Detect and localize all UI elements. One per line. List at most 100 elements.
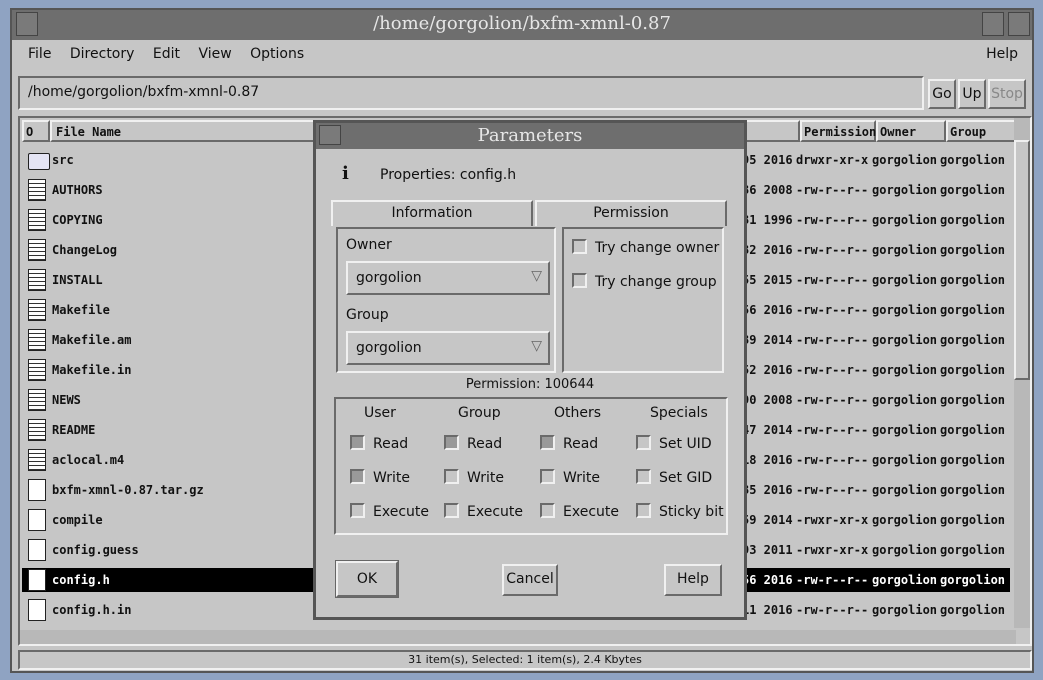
- file-permission: -rw-r--r--: [796, 303, 869, 317]
- perm-checkbox-write[interactable]: Write: [540, 469, 600, 486]
- file-permission: -rwxr-xr-x: [796, 543, 869, 557]
- file-icon: [28, 569, 46, 591]
- menu-directory[interactable]: Directory: [70, 46, 135, 62]
- file-owner: gorgolion: [872, 243, 938, 257]
- file-owner: gorgolion: [872, 453, 938, 467]
- file-name: INSTALL: [52, 273, 103, 287]
- perm-header-others: Others: [554, 405, 602, 421]
- cancel-button[interactable]: Cancel: [502, 564, 558, 596]
- perm-checkbox-write[interactable]: Write: [444, 469, 504, 486]
- perm-checkbox-set-uid[interactable]: Set UID: [636, 435, 712, 452]
- dialog-menu-button[interactable]: [319, 125, 341, 145]
- file-permission: -rw-r--r--: [796, 483, 869, 497]
- col-permission[interactable]: Permission: [800, 120, 876, 142]
- file-name: README: [52, 423, 96, 437]
- perm-checkbox-set-gid[interactable]: Set GID: [636, 469, 712, 486]
- try-change-panel: Try change owner Try change group: [562, 227, 724, 373]
- window-menu-button[interactable]: [16, 12, 38, 36]
- menu-file[interactable]: File: [28, 46, 51, 62]
- file-name: config.h: [52, 573, 110, 587]
- file-date: 59 2014: [742, 513, 793, 527]
- menu-bar: File Directory Edit View Options: [28, 46, 318, 62]
- dropdown-arrow-icon: ▽: [531, 268, 542, 284]
- menu-edit[interactable]: Edit: [153, 46, 180, 62]
- text-icon: [28, 299, 46, 321]
- file-date: 90 2008: [742, 393, 793, 407]
- group-label: Group: [346, 307, 389, 323]
- file-group: gorgolion: [940, 543, 1006, 557]
- file-name: COPYING: [52, 213, 103, 227]
- file-name: aclocal.m4: [52, 453, 125, 467]
- group-value: gorgolion: [356, 340, 422, 356]
- file-owner: gorgolion: [872, 483, 938, 497]
- text-icon: [28, 179, 46, 201]
- text-icon: [28, 389, 46, 411]
- try-change-group-checkbox[interactable]: Try change group: [572, 273, 717, 290]
- file-date: 18 2016: [742, 453, 793, 467]
- file-permission: -rw-r--r--: [796, 183, 869, 197]
- text-icon: [28, 329, 46, 351]
- file-name: Makefile.in: [52, 363, 132, 377]
- info-icon: i: [342, 163, 349, 184]
- perm-checkbox-write[interactable]: Write: [350, 469, 410, 486]
- perm-checkbox-execute[interactable]: Execute: [444, 503, 523, 520]
- help-button[interactable]: Help: [664, 564, 722, 596]
- perm-checkbox-execute[interactable]: Execute: [350, 503, 429, 520]
- owner-dropdown[interactable]: gorgolion ▽: [346, 261, 550, 295]
- dialog-title-bar[interactable]: Parameters: [316, 123, 744, 149]
- perm-checkbox-sticky-bit[interactable]: Sticky bit: [636, 503, 724, 520]
- file-group: gorgolion: [940, 453, 1006, 467]
- perm-checkbox-read[interactable]: Read: [444, 435, 502, 452]
- horizontal-scrollbar[interactable]: [20, 630, 1016, 644]
- file-group: gorgolion: [940, 153, 1006, 167]
- menu-view[interactable]: View: [198, 46, 231, 62]
- file-name: NEWS: [52, 393, 81, 407]
- col-o[interactable]: O: [22, 120, 50, 142]
- checkbox-icon: [540, 503, 555, 518]
- file-group: gorgolion: [940, 393, 1006, 407]
- parameters-dialog: Parameters i Properties: config.h Inform…: [313, 120, 747, 620]
- title-bar[interactable]: /home/gorgolion/bxfm-xmnl-0.87: [12, 10, 1032, 40]
- file-owner: gorgolion: [872, 303, 938, 317]
- go-button[interactable]: Go: [928, 79, 956, 109]
- group-dropdown[interactable]: gorgolion ▽: [346, 331, 550, 365]
- file-group: gorgolion: [940, 513, 1006, 527]
- perm-checkbox-read[interactable]: Read: [350, 435, 408, 452]
- checkbox-icon: [636, 435, 651, 450]
- path-input[interactable]: /home/gorgolion/bxfm-xmnl-0.87: [18, 76, 924, 110]
- vertical-scrollbar[interactable]: [1014, 118, 1030, 628]
- col-owner[interactable]: Owner: [876, 120, 946, 142]
- file-group: gorgolion: [940, 303, 1006, 317]
- file-group: gorgolion: [940, 243, 1006, 257]
- file-group: gorgolion: [940, 213, 1006, 227]
- file-name: ChangeLog: [52, 243, 118, 257]
- file-owner: gorgolion: [872, 153, 938, 167]
- file-permission: -rw-r--r--: [796, 273, 869, 287]
- owner-value: gorgolion: [356, 270, 422, 286]
- file-owner: gorgolion: [872, 363, 938, 377]
- checkbox-icon: [540, 435, 555, 450]
- perm-checkbox-execute[interactable]: Execute: [540, 503, 619, 520]
- file-permission: -rw-r--r--: [796, 573, 869, 587]
- folder-icon: [28, 153, 50, 170]
- file-owner: gorgolion: [872, 543, 938, 557]
- file-date: 11 2016: [742, 603, 793, 617]
- stop-button[interactable]: Stop: [988, 79, 1026, 109]
- maximize-button[interactable]: [1008, 12, 1030, 36]
- menu-help[interactable]: Help: [986, 46, 1018, 62]
- tab-permission[interactable]: Permission: [535, 200, 727, 226]
- up-button[interactable]: Up: [958, 79, 986, 109]
- menu-options[interactable]: Options: [250, 46, 304, 62]
- scrollbar-thumb[interactable]: [1014, 140, 1030, 380]
- file-date: 52 2016: [742, 363, 793, 377]
- window-title: /home/gorgolion/bxfm-xmnl-0.87: [373, 13, 671, 34]
- file-icon: [28, 599, 46, 621]
- perm-checkbox-read[interactable]: Read: [540, 435, 598, 452]
- file-group: gorgolion: [940, 333, 1006, 347]
- try-change-owner-checkbox[interactable]: Try change owner: [572, 239, 719, 256]
- col-group[interactable]: Group: [946, 120, 1016, 142]
- minimize-button[interactable]: [982, 12, 1004, 36]
- tab-information[interactable]: Information: [331, 200, 533, 226]
- text-icon: [28, 239, 46, 261]
- ok-button[interactable]: OK: [336, 561, 398, 597]
